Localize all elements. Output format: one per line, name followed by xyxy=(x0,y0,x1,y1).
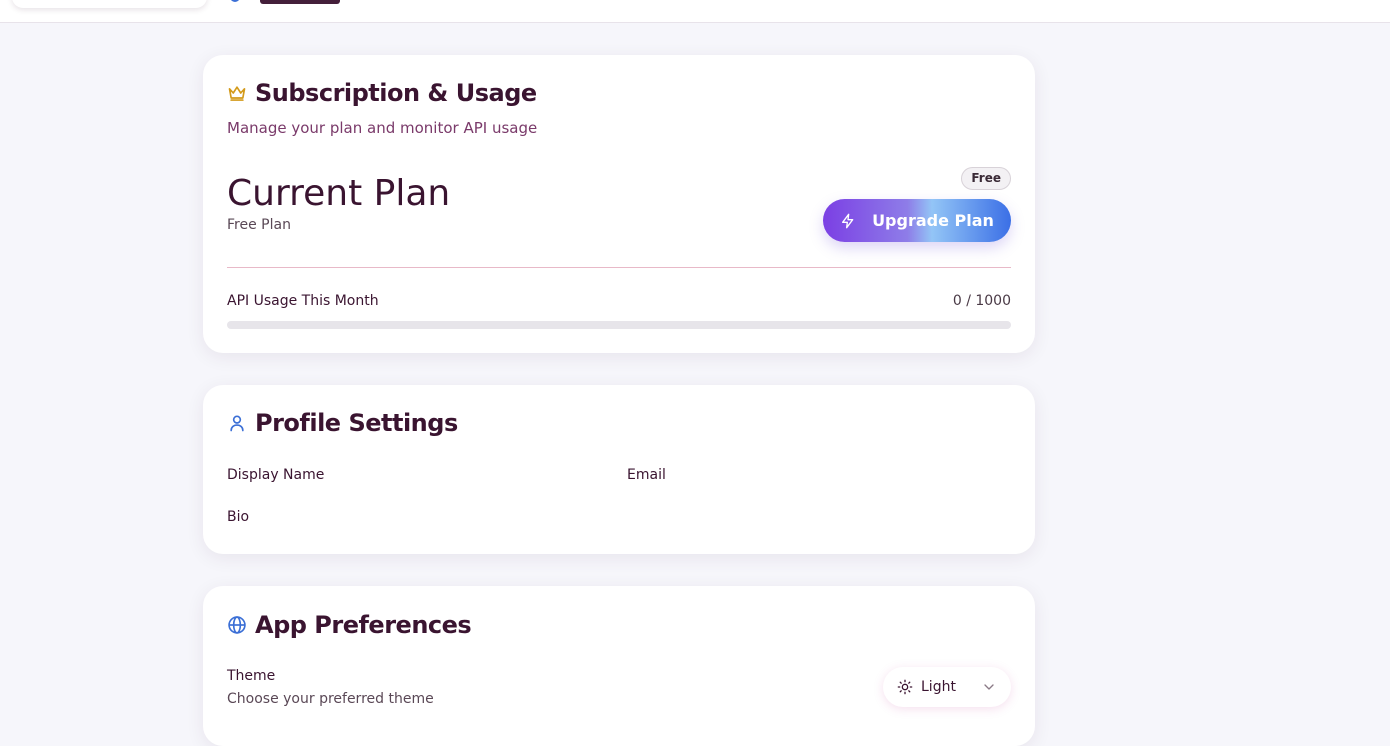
bio-label: Bio xyxy=(227,509,250,525)
theme-description: Choose your preferred theme xyxy=(227,691,434,707)
theme-select-value: Light xyxy=(921,679,956,695)
api-usage-progress-bar xyxy=(227,321,1011,329)
page-header-fragment xyxy=(228,0,348,6)
profile-settings-card: Profile Settings Display Name Email Bio xyxy=(203,385,1035,554)
current-plan-heading: Current Plan xyxy=(227,173,451,214)
globe-icon xyxy=(227,615,247,635)
plan-status-badge: Free xyxy=(961,167,1011,190)
crown-icon xyxy=(227,83,247,103)
email-label: Email xyxy=(627,467,666,483)
current-plan-name: Free Plan xyxy=(227,217,291,233)
theme-select[interactable]: Light xyxy=(883,667,1011,707)
subscription-card: Subscription & Usage Manage your plan an… xyxy=(203,55,1035,353)
page-title-cropped xyxy=(260,0,340,4)
theme-label: Theme xyxy=(227,668,276,684)
api-usage-label: API Usage This Month xyxy=(227,293,379,309)
app-preferences-card: App Preferences Theme Choose your prefer… xyxy=(203,586,1035,746)
user-icon xyxy=(227,413,247,433)
top-bar xyxy=(0,0,1390,23)
preferences-title: App Preferences xyxy=(255,611,472,639)
upgrade-plan-button[interactable]: Upgrade Plan xyxy=(823,199,1011,242)
api-usage-value: 0 / 1000 xyxy=(952,293,1011,309)
profile-title: Profile Settings xyxy=(255,409,458,437)
sun-icon xyxy=(897,679,913,695)
chevron-down-icon xyxy=(981,679,997,695)
subscription-header: Subscription & Usage xyxy=(227,79,537,107)
settings-icon xyxy=(230,0,240,2)
top-search-pill[interactable] xyxy=(12,0,207,8)
upgrade-plan-label: Upgrade Plan xyxy=(872,211,994,230)
display-name-label: Display Name xyxy=(227,467,325,483)
profile-header: Profile Settings xyxy=(227,409,458,437)
plan-divider xyxy=(227,267,1011,268)
preferences-header: App Preferences xyxy=(227,611,472,639)
lightning-icon xyxy=(840,213,856,229)
subscription-title: Subscription & Usage xyxy=(255,79,537,107)
subscription-subtitle: Manage your plan and monitor API usage xyxy=(227,119,538,137)
